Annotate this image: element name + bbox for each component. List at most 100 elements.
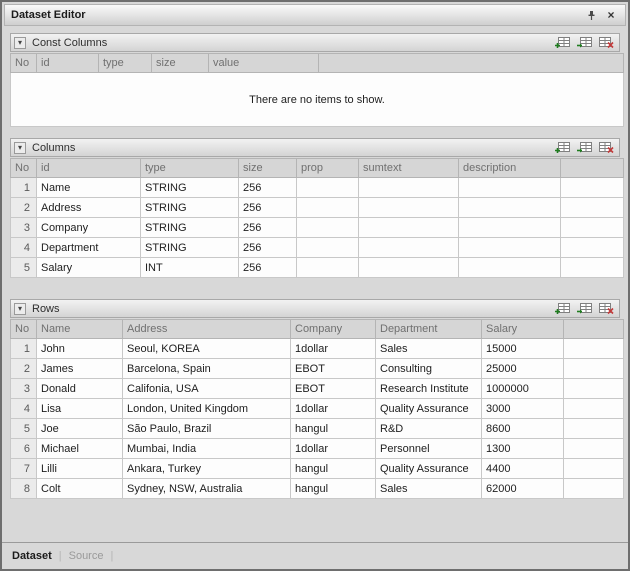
row-number[interactable]: 5 [11, 258, 37, 278]
column-header[interactable]: size [239, 159, 297, 178]
cell[interactable]: Colt [37, 479, 123, 499]
const-columns-empty-area[interactable]: There are no items to show. [10, 73, 624, 127]
cell[interactable]: hangul [291, 419, 376, 439]
cell[interactable]: hangul [291, 479, 376, 499]
cell[interactable] [359, 258, 459, 278]
row-number[interactable]: 5 [11, 419, 37, 439]
cell[interactable]: EBOT [291, 379, 376, 399]
column-header[interactable]: type [99, 54, 152, 73]
cell[interactable] [359, 178, 459, 198]
cell[interactable]: London, United Kingdom [123, 399, 291, 419]
column-header[interactable]: Salary [482, 320, 564, 339]
insert-row-button[interactable] [575, 302, 592, 316]
cell[interactable]: 256 [239, 218, 297, 238]
cell[interactable]: 256 [239, 198, 297, 218]
column-header[interactable]: Address [123, 320, 291, 339]
delete-row-button[interactable] [597, 141, 614, 155]
cell[interactable]: 256 [239, 258, 297, 278]
cell[interactable]: Califonia, USA [123, 379, 291, 399]
cell[interactable]: Company [37, 218, 141, 238]
cell[interactable]: 256 [239, 238, 297, 258]
row-number[interactable]: 2 [11, 198, 37, 218]
cell[interactable] [459, 178, 561, 198]
cell[interactable] [297, 198, 359, 218]
cell[interactable]: Name [37, 178, 141, 198]
cell[interactable]: STRING [141, 218, 239, 238]
cell[interactable]: São Paulo, Brazil [123, 419, 291, 439]
cell[interactable]: Lisa [37, 399, 123, 419]
add-row-button[interactable] [553, 36, 570, 50]
cell[interactable]: 1dollar [291, 439, 376, 459]
cell[interactable]: Quality Assurance [376, 399, 482, 419]
insert-row-button[interactable] [575, 141, 592, 155]
cell[interactable] [359, 218, 459, 238]
delete-row-button[interactable] [597, 36, 614, 50]
cell[interactable]: Salary [37, 258, 141, 278]
cell[interactable]: EBOT [291, 359, 376, 379]
cell[interactable] [297, 258, 359, 278]
column-header[interactable]: id [37, 54, 99, 73]
columns-collapse-button[interactable]: ▾ [14, 142, 26, 154]
cell[interactable]: hangul [291, 459, 376, 479]
cell[interactable]: John [37, 339, 123, 359]
cell[interactable]: Michael [37, 439, 123, 459]
cell[interactable]: Lilli [37, 459, 123, 479]
cell[interactable]: Consulting [376, 359, 482, 379]
cell[interactable]: 1dollar [291, 399, 376, 419]
column-header[interactable]: Name [37, 320, 123, 339]
row-number[interactable]: 4 [11, 238, 37, 258]
const-columns-collapse-button[interactable]: ▾ [14, 37, 26, 49]
row-number[interactable]: 4 [11, 399, 37, 419]
cell[interactable]: Donald [37, 379, 123, 399]
cell[interactable] [359, 198, 459, 218]
row-number[interactable]: 1 [11, 178, 37, 198]
cell[interactable]: Barcelona, Spain [123, 359, 291, 379]
cell[interactable]: Sales [376, 339, 482, 359]
delete-row-button[interactable] [597, 302, 614, 316]
close-button[interactable]: × [603, 8, 619, 23]
column-header[interactable]: No [11, 54, 37, 73]
cell[interactable]: Department [37, 238, 141, 258]
cell[interactable]: 62000 [482, 479, 564, 499]
cell[interactable]: 8600 [482, 419, 564, 439]
row-number[interactable]: 3 [11, 379, 37, 399]
cell[interactable]: STRING [141, 178, 239, 198]
row-number[interactable]: 8 [11, 479, 37, 499]
tab-source[interactable]: Source [69, 550, 104, 562]
cell[interactable]: 15000 [482, 339, 564, 359]
cell[interactable]: Seoul, KOREA [123, 339, 291, 359]
column-header[interactable]: size [152, 54, 209, 73]
cell[interactable] [297, 178, 359, 198]
rows-collapse-button[interactable]: ▾ [14, 303, 26, 315]
cell[interactable] [459, 258, 561, 278]
column-header[interactable]: sumtext [359, 159, 459, 178]
cell[interactable]: Sales [376, 479, 482, 499]
pin-button[interactable] [583, 8, 599, 23]
cell[interactable]: Joe [37, 419, 123, 439]
cell[interactable]: 256 [239, 178, 297, 198]
cell[interactable]: 25000 [482, 359, 564, 379]
cell[interactable]: 3000 [482, 399, 564, 419]
column-header[interactable]: value [209, 54, 319, 73]
column-header[interactable]: Company [291, 320, 376, 339]
cell[interactable]: Sydney, NSW, Australia [123, 479, 291, 499]
cell[interactable] [297, 238, 359, 258]
cell[interactable]: James [37, 359, 123, 379]
column-header[interactable]: description [459, 159, 561, 178]
row-number[interactable]: 7 [11, 459, 37, 479]
cell[interactable] [459, 198, 561, 218]
cell[interactable]: Mumbai, India [123, 439, 291, 459]
cell[interactable] [459, 238, 561, 258]
add-row-button[interactable] [553, 141, 570, 155]
cell[interactable]: STRING [141, 198, 239, 218]
cell[interactable]: STRING [141, 238, 239, 258]
column-header[interactable]: prop [297, 159, 359, 178]
cell[interactable] [297, 218, 359, 238]
cell[interactable]: 1300 [482, 439, 564, 459]
cell[interactable]: INT [141, 258, 239, 278]
row-number[interactable]: 1 [11, 339, 37, 359]
tab-dataset[interactable]: Dataset [12, 550, 52, 562]
cell[interactable]: Address [37, 198, 141, 218]
row-number[interactable]: 3 [11, 218, 37, 238]
cell[interactable]: 1dollar [291, 339, 376, 359]
